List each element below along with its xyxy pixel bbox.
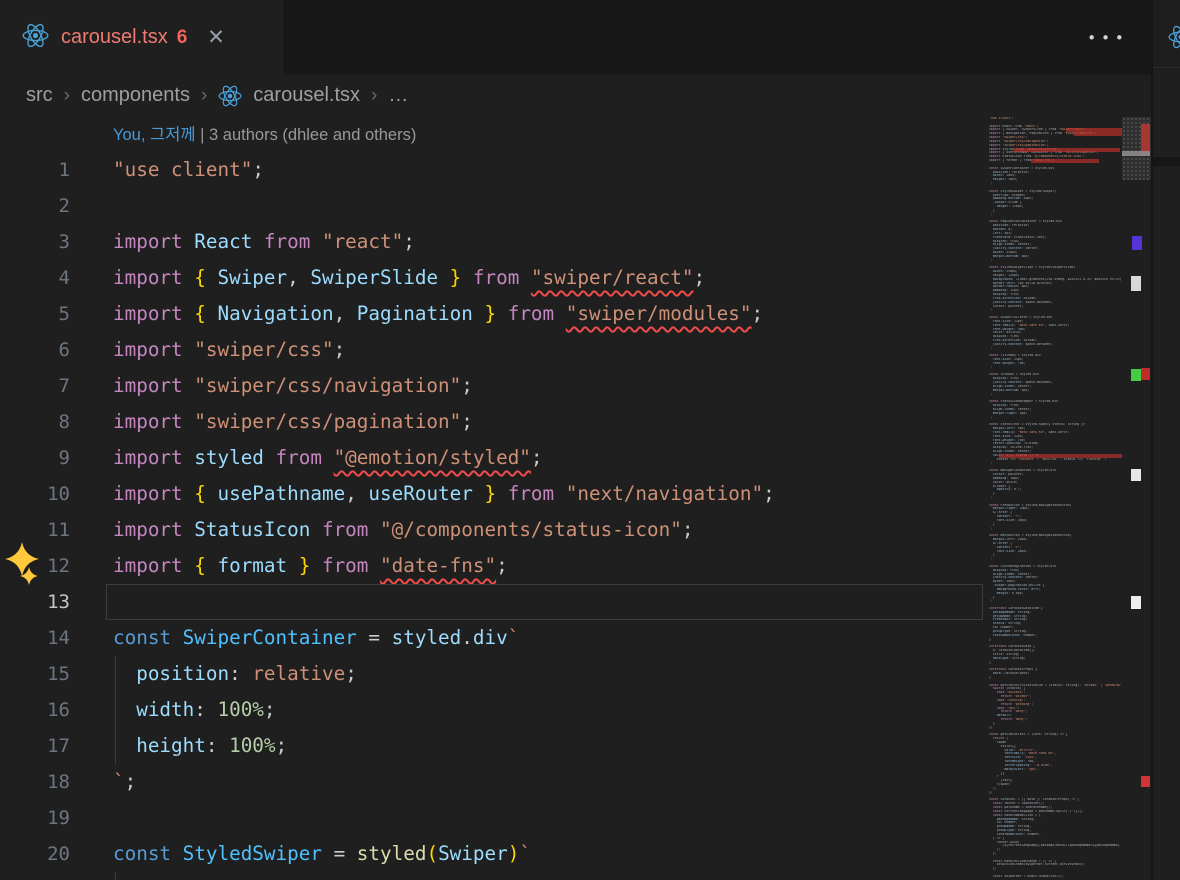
line-number: 6 [0,332,70,368]
code-line-13[interactable]: 13 [0,584,985,620]
second-editor-group-sliver [1153,0,1180,880]
overview-ruler-marker [1141,368,1150,380]
close-tab-icon[interactable]: ✕ [207,25,225,50]
more-actions-icon[interactable]: ••• [1086,24,1130,52]
minimap-error-line [1014,148,1120,152]
line-number: 4 [0,260,70,296]
overview-ruler-marker [1131,596,1141,609]
code-text: import "swiper/css"; [113,332,345,368]
code-text: import "swiper/css/navigation"; [113,368,473,404]
code-editor[interactable]: You, 그저께 | 3 authors (dhlee and others) … [0,116,985,880]
code-line-12[interactable]: 12import { format } from "date-fns"; [0,548,985,584]
code-line-4[interactable]: 4 import { Swiper, SwiperSlide } from "sw… [0,260,985,296]
second-group-tab-strip[interactable] [1153,0,1180,68]
minimap-code-preview: "use client";import React from "react";i… [989,117,1122,879]
overview-ruler-marker [1132,236,1142,250]
code-line-20[interactable]: 20 const StyledSwiper = styled(Swiper)` [0,836,985,872]
code-text: position: relative; [113,656,357,692]
react-file-icon [218,84,242,108]
minimap-slider-handle [1122,151,1150,156]
minimap[interactable]: "use client";import React from "react";i… [985,116,1151,880]
overview-ruler-marker [1131,369,1141,381]
code-line-8[interactable]: 8 import "swiper/css/pagination"; [0,404,985,440]
overview-ruler-marker [1131,469,1141,481]
line-number: 8 [0,404,70,440]
code-text: `; [113,764,136,800]
code-text: overflow: hidden; [113,872,334,880]
codelens-blame-link[interactable]: You, 그저께 [113,126,196,144]
code-line-21[interactable]: 21 overflow: hidden; [0,872,985,880]
copilot-sparkle-icon[interactable] [5,542,39,590]
tab-bar: carousel.tsx 6 ✕ ••• [0,0,1151,75]
code-text: import { Navigation, Pagination } from "… [113,296,763,332]
line-number: 9 [0,440,70,476]
line-number: 1 [0,152,70,188]
code-line-3[interactable]: 3 import React from "react"; [0,224,985,260]
code-text: import "swiper/css/pagination"; [113,404,473,440]
code-text: import { format } from "date-fns"; [113,548,508,584]
line-number: 3 [0,224,70,260]
overview-ruler-marker [1131,276,1141,291]
line-number: 18 [0,764,70,800]
code-line-11[interactable]: 11import StatusIcon from "@/components/s… [0,512,985,548]
code-line-19[interactable]: 19 [0,800,985,836]
line-number: 20 [0,836,70,872]
line-number: 5 [0,296,70,332]
line-number: 14 [0,620,70,656]
code-text: import { usePathname, useRouter } from "… [113,476,775,512]
code-line-14[interactable]: 14 const SwiperContainer = styled.div` [0,620,985,656]
code-line-2[interactable]: 2 [0,188,985,224]
line-number: 15 [0,656,70,692]
line-number: 19 [0,800,70,836]
code-line-7[interactable]: 7 import "swiper/css/navigation"; [0,368,985,404]
code-line-16[interactable]: 16 width: 100%; [0,692,985,728]
tab-problem-count-badge: 6 [177,27,188,49]
code-text: import styled from "@emotion/styled"; [113,440,543,476]
code-line-9[interactable]: 9 import styled from "@emotion/styled"; [0,440,985,476]
code-text: import StatusIcon from "@/components/sta… [113,512,693,548]
tab-carousel-tsx[interactable]: carousel.tsx 6 ✕ [0,0,283,75]
chevron-right-icon: › [201,85,207,107]
line-number: 10 [0,476,70,512]
codelens-authors-text: | 3 authors (dhlee and others) [196,126,417,144]
code-line-6[interactable]: 6 import "swiper/css"; [0,332,985,368]
chevron-right-icon: › [371,85,377,107]
codelens-authors: You, 그저께 | 3 authors (dhlee and others) [113,121,416,151]
code-line-18[interactable]: 18 `; [0,764,985,800]
code-line-15[interactable]: 15 position: relative; [0,656,985,692]
code-line-5[interactable]: 5 import { Navigation, Pagination } from … [0,296,985,332]
overview-ruler-marker [1141,776,1150,787]
line-number: 7 [0,368,70,404]
code-line-1[interactable]: 1 "use client"; [0,152,985,188]
line-number: 16 [0,692,70,728]
code-line-17[interactable]: 17 height: 100%; [0,728,985,764]
code-text: height: 100%; [113,728,287,764]
breadcrumb-item-symbol-ellipsis[interactable]: … [388,84,408,107]
breadcrumb: src › components › carousel.tsx › … [0,75,1151,116]
code-text: width: 100%; [113,692,276,728]
current-line-highlight [106,584,983,620]
react-file-icon [1168,24,1180,54]
code-text: import { Swiper, SwiperSlide } from "swi… [113,260,705,296]
line-number: 2 [0,188,70,224]
minimap-error-line [999,454,1122,458]
code-text: import React from "react"; [113,224,415,260]
react-file-icon [22,22,49,53]
scroll-shadow [1153,157,1180,166]
code-text: const StyledSwiper = styled(Swiper)` [113,836,531,872]
chevron-right-icon: › [64,85,70,107]
breadcrumb-item-filename[interactable]: carousel.tsx [253,84,360,107]
line-number: 21 [0,872,70,880]
breadcrumb-item-src[interactable]: src [26,84,53,107]
code-line-10[interactable]: 10 import { usePathname, useRouter } from… [0,476,985,512]
minimap-error-line [1074,132,1122,136]
code-text: "use client"; [113,152,264,188]
line-number: 17 [0,728,70,764]
breadcrumb-item-components[interactable]: components [81,84,190,107]
tab-filename: carousel.tsx [61,26,168,49]
minimap-error-line [1031,159,1099,163]
code-text: const SwiperContainer = styled.div` [113,620,519,656]
